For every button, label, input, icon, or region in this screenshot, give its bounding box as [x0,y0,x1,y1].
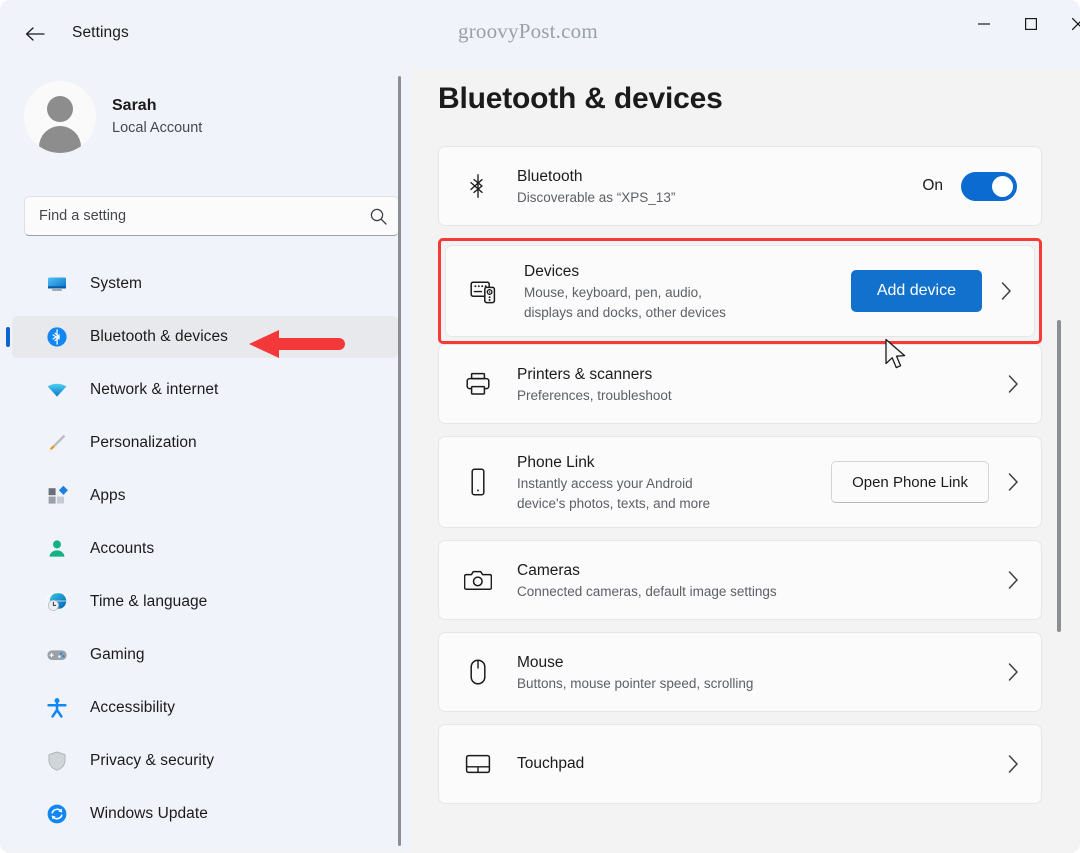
page-title: Bluetooth & devices [438,82,723,115]
sidebar-item-label: Accessibility [90,699,176,716]
card-title: Printers & scanners [517,365,653,383]
chevron-right-icon[interactable] [999,374,1027,394]
card-subtitle: Discoverable as “XPS_13” [517,189,676,205]
sidebar-item-label: Gaming [90,646,145,663]
account-block[interactable]: Sarah Local Account [24,81,202,153]
navigation-list: System Bluetooth & devices Network & int… [0,263,412,835]
sidebar-item-network-internet[interactable]: Network & internet [12,369,398,411]
card-title: Cameras [517,561,580,579]
update-icon [44,801,70,827]
camera-icon [461,568,495,592]
sidebar-item-accounts[interactable]: Accounts [12,528,398,570]
card-touchpad[interactable]: Touchpad [438,724,1042,804]
chevron-right-icon[interactable] [999,662,1027,682]
card-title: Touchpad [517,755,585,772]
card-subtitle: Connected cameras, default image setting… [517,583,777,599]
accessibility-icon [44,695,70,721]
search-box[interactable] [24,196,399,236]
chevron-right-icon[interactable] [999,754,1027,774]
sidebar-scrollbar[interactable] [398,76,401,846]
card-title: Bluetooth [517,167,583,185]
paintbrush-icon [44,430,70,456]
bluetooth-toggle[interactable] [961,171,1017,201]
settings-window: Settings groovyPost.com Sarah Local Acco… [0,0,1080,853]
main-content: Bluetooth & devices Bluetooth Discoverab… [412,68,1080,853]
card-title: Phone Link [517,453,595,471]
person-icon [44,536,70,562]
chevron-right-icon[interactable] [999,570,1027,590]
bluetooth-icon [44,324,70,350]
card-devices[interactable]: Devices Mouse, keyboard, pen, audio, dis… [445,245,1035,337]
chevron-right-icon[interactable] [992,281,1020,301]
devices-highlight-box: Devices Mouse, keyboard, pen, audio, dis… [438,238,1042,344]
printer-icon [461,371,495,397]
sidebar-item-label: Network & internet [90,381,219,398]
sidebar: Sarah Local Account Find a setting Syste… [0,68,412,853]
sidebar-item-label: Bluetooth & devices [90,328,228,345]
shield-icon [44,748,70,774]
search-icon [358,207,398,226]
card-subtitle: Buttons, mouse pointer speed, scrolling [517,675,754,691]
minimize-button[interactable] [960,2,1007,46]
sidebar-item-label: Personalization [90,434,197,451]
phone-icon [461,467,495,497]
window-title: Settings [72,24,129,41]
selection-indicator [6,327,10,347]
sidebar-item-label: System [90,275,142,292]
card-phone-link[interactable]: Phone Link Instantly access your Android… [438,436,1042,528]
account-type: Local Account [112,120,203,136]
search-input[interactable] [25,197,358,235]
keyboard-device-icon [468,278,502,304]
maximize-button[interactable] [1007,2,1054,46]
clock-globe-icon [44,589,70,615]
card-subtitle-line1: Instantly access your Android [517,475,693,491]
watermark-groovypost: groovyPost.com [458,19,598,43]
avatar [24,81,96,153]
card-subtitle-line2: displays and docks, other devices [524,304,726,320]
sidebar-item-windows-update[interactable]: Windows Update [12,793,398,835]
mouse-icon [461,658,495,686]
card-printers-scanners[interactable]: Printers & scanners Preferences, trouble… [438,344,1042,424]
sidebar-item-system[interactable]: System [12,263,398,305]
card-subtitle-line1: Mouse, keyboard, pen, audio, [524,284,702,300]
chevron-right-icon[interactable] [999,472,1027,492]
card-cameras[interactable]: Cameras Connected cameras, default image… [438,540,1042,620]
sidebar-item-apps[interactable]: Apps [12,475,398,517]
title-bar: Settings groovyPost.com [0,0,1080,68]
apps-icon [44,483,70,509]
open-phone-link-button[interactable]: Open Phone Link [831,461,989,503]
sidebar-item-gaming[interactable]: Gaming [12,634,398,676]
sidebar-item-label: Apps [90,487,126,504]
settings-cards: Bluetooth Discoverable as “XPS_13” On De… [438,146,1042,804]
add-device-button[interactable]: Add device [850,270,982,312]
toggle-state-label: On [922,177,943,194]
bluetooth-icon [461,173,495,199]
card-subtitle-line2: device's photos, texts, and more [517,495,711,511]
sidebar-item-time-language[interactable]: Time & language [12,581,398,623]
close-button[interactable] [1054,2,1080,46]
monitor-icon [44,271,70,297]
back-button[interactable] [16,16,54,52]
sidebar-item-label: Time & language [90,593,208,610]
sidebar-item-bluetooth-devices[interactable]: Bluetooth & devices [6,316,398,358]
sidebar-item-label: Windows Update [90,805,208,822]
sidebar-item-privacy-security[interactable]: Privacy & security [12,740,398,782]
account-name: Sarah [112,97,157,114]
card-mouse[interactable]: Mouse Buttons, mouse pointer speed, scro… [438,632,1042,712]
sidebar-item-label: Privacy & security [90,752,215,769]
wifi-icon [44,377,70,403]
main-scrollbar[interactable] [1057,320,1061,632]
card-bluetooth[interactable]: Bluetooth Discoverable as “XPS_13” On [438,146,1042,226]
touchpad-icon [461,753,495,775]
card-title: Devices [524,262,580,280]
sidebar-item-label: Accounts [90,540,155,557]
sidebar-item-personalization[interactable]: Personalization [12,422,398,464]
sidebar-item-accessibility[interactable]: Accessibility [12,687,398,729]
gamepad-icon [44,642,70,668]
bluetooth-toggle-group: On [922,171,1017,201]
card-subtitle: Preferences, troubleshoot [517,387,672,403]
card-title: Mouse [517,653,564,671]
